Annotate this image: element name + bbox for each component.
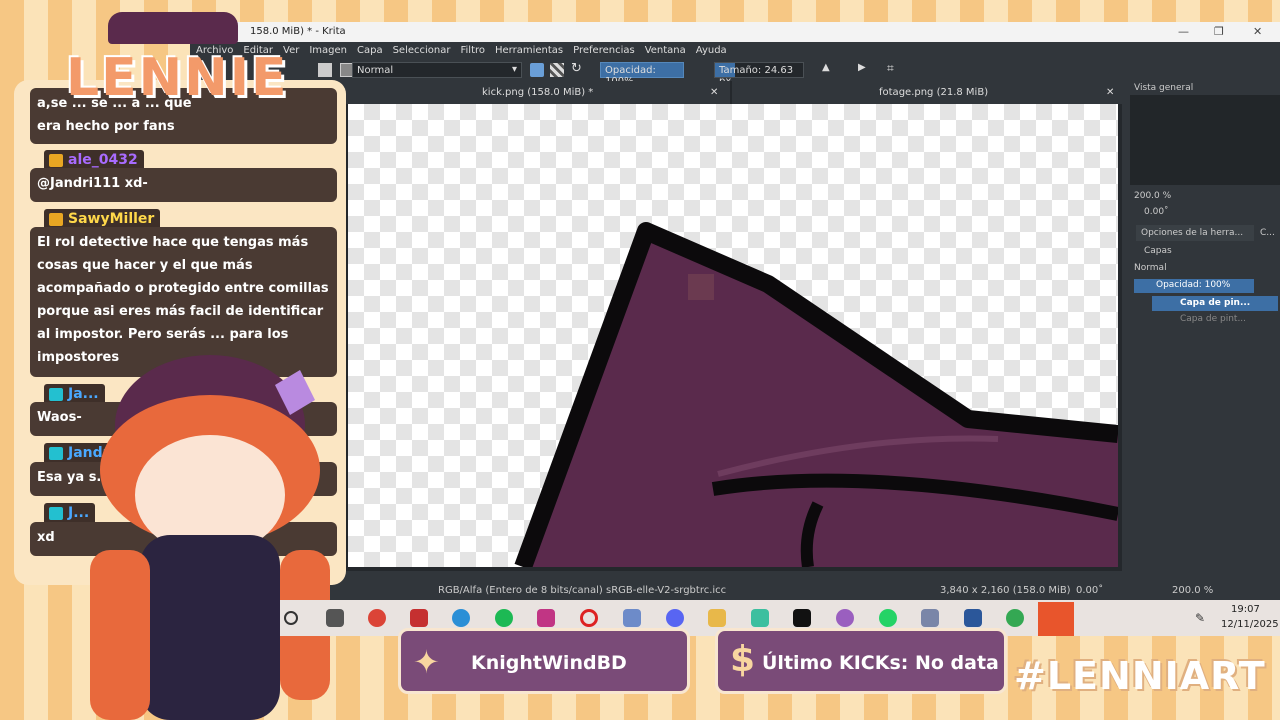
layer-row[interactable]: Capa de pin... (1152, 296, 1278, 311)
overview-title: Vista general (1134, 83, 1194, 93)
reload-icon[interactable]: ↻ (571, 61, 582, 76)
color-space: RGB/Alfa (Entero de 8 bits/canal) sRGB-e… (438, 585, 727, 596)
layer-name: Capa de pin... (1180, 298, 1251, 308)
menu-ventana[interactable]: Ventana (645, 45, 686, 56)
menu-ayuda[interactable]: Ayuda (696, 45, 727, 56)
crown-icon (49, 213, 63, 226)
chrome-dev-icon[interactable] (1006, 609, 1024, 627)
close-icon[interactable]: ✕ (1253, 25, 1262, 38)
layer-row[interactable]: Capa de pint... (1152, 312, 1278, 327)
tab-tool-options[interactable]: Opciones de la herra... (1136, 225, 1254, 241)
layer-opacity-value: Opacidad: 100% (1156, 280, 1231, 290)
minimize-icon[interactable]: — (1178, 25, 1189, 38)
capcut2-icon[interactable] (1038, 602, 1074, 636)
opera-icon[interactable] (580, 609, 598, 627)
brush-preset-icon[interactable] (318, 63, 332, 77)
chrome-icon[interactable] (368, 609, 386, 627)
menu-bar: Archivo Editar Ver Imagen Capa Seleccion… (190, 42, 1280, 59)
chat-message: @Jandri111 xd- (30, 168, 337, 202)
canvas-rotation: 0.00˚ (1076, 585, 1104, 596)
maximize-icon[interactable]: ❐ (1214, 25, 1224, 38)
drawing-canvas[interactable] (348, 104, 1118, 567)
menu-seleccionar[interactable]: Seleccionar (393, 45, 451, 56)
spotify-icon[interactable] (495, 609, 513, 627)
menu-filtro[interactable]: Filtro (460, 45, 485, 56)
tool-options-label: Opciones de la herra... (1141, 228, 1244, 238)
canvas-zoom: 200.0 % (1172, 585, 1214, 596)
tab-fotage-label: fotage.png (21.8 MiB) (879, 87, 989, 98)
wrap-icon[interactable]: ▶ (858, 62, 866, 73)
docker-panel: Vista general 200.0 % 0.00˚ Opciones de … (1130, 81, 1280, 580)
layers-title: Capas (1144, 246, 1172, 256)
kicks-text: Último KICKs: No data (762, 652, 999, 674)
kicks-banner: $ Último KICKs: No data (715, 628, 1007, 694)
mirror-icon[interactable]: ▲ (822, 62, 830, 73)
instagram-icon[interactable] (537, 609, 555, 627)
close-icon[interactable]: ✕ (1106, 87, 1114, 98)
clock-date[interactable]: 12/11/2025 (1221, 619, 1279, 630)
layer-opacity-slider[interactable]: Opacidad: 100% (1134, 279, 1254, 293)
circle-icon[interactable] (284, 611, 298, 625)
follower-name: KnightWindBD (471, 652, 627, 674)
app2-icon[interactable] (751, 609, 769, 627)
app-icon[interactable] (623, 609, 641, 627)
size-slider[interactable]: Tamaño: 24.63 px (714, 62, 804, 87)
overview-angle: 0.00˚ (1144, 207, 1169, 217)
logo-hat (108, 12, 238, 44)
blend-mode-value: Normal (357, 65, 394, 76)
overview-preview[interactable] (1130, 95, 1280, 185)
overview-zoom: 200.0 % (1134, 191, 1172, 201)
menu-imagen[interactable]: Imagen (309, 45, 347, 56)
window-title: 158.0 MiB) * - Krita (250, 26, 346, 37)
discord-icon[interactable] (666, 609, 684, 627)
lennie-logo: LENNIE (66, 48, 289, 108)
avatar-body (140, 535, 280, 720)
sparkle-icon: ✦ (413, 643, 440, 681)
blend-mode-select[interactable]: Normal ▾ (352, 62, 522, 78)
layer-blend-select[interactable]: Normal (1134, 262, 1254, 276)
clock-time[interactable]: 19:07 (1231, 604, 1260, 615)
edge-icon[interactable] (452, 609, 470, 627)
tab-kick-label: kick.png (158.0 MiB) * (482, 87, 594, 98)
toolbar: Normal ▾ ↻ Opacidad: 100% Tamaño: 24.63 … (190, 59, 1280, 87)
pen-icon[interactable]: ✎ (1195, 611, 1205, 625)
image-dimensions: 3,840 x 2,160 (158.0 MiB) (940, 585, 1071, 596)
dollar-icon: $ (730, 639, 756, 680)
hashtag: #LENNIART (1014, 654, 1266, 698)
avatar-icon[interactable] (921, 609, 939, 627)
vtuber-avatar (90, 355, 330, 720)
chat-message-text: @Jandri111 xd- (37, 176, 148, 191)
tab-kick[interactable]: kick.png (158.0 MiB) * ✕ (340, 81, 730, 104)
vivaldi-icon[interactable] (410, 609, 428, 627)
capcut-icon[interactable] (793, 609, 811, 627)
menu-capa[interactable]: Capa (357, 45, 383, 56)
task-view-icon[interactable] (326, 609, 344, 627)
crown-icon (49, 154, 63, 167)
follower-banner: ✦ KnightWindBD (398, 628, 690, 694)
layer-blend-value: Normal (1134, 263, 1167, 273)
word-icon[interactable] (964, 609, 982, 627)
chevron-down-icon: ▾ (511, 64, 517, 75)
avatar-hair-left (90, 550, 150, 720)
document-area: kick.png (158.0 MiB) * ✕ fotage.png (21.… (340, 81, 1122, 571)
artwork (514, 222, 1118, 567)
close-icon[interactable]: ✕ (710, 87, 718, 98)
krita-icon[interactable] (836, 609, 854, 627)
title-bar: 158.0 MiB) * - Krita — ❐ ✕ (190, 22, 1280, 42)
chat-message-text: xd (37, 530, 55, 545)
folder-icon[interactable] (708, 609, 726, 627)
artwork-mark (688, 274, 714, 300)
eraser-icon[interactable] (530, 63, 544, 77)
whatsapp-icon[interactable] (879, 609, 897, 627)
crop-icon[interactable]: ⌗ (887, 61, 894, 76)
menu-herramientas[interactable]: Herramientas (495, 45, 563, 56)
artwork-shape (523, 231, 1118, 567)
alpha-lock-icon[interactable] (550, 63, 564, 77)
menu-preferencias[interactable]: Preferencias (573, 45, 635, 56)
tab-fotage[interactable]: fotage.png (21.8 MiB) ✕ (732, 81, 1122, 104)
layer-name: Capa de pint... (1180, 314, 1247, 324)
tab-other[interactable]: C... (1260, 228, 1275, 238)
chat-message-text: era hecho por fans (37, 119, 175, 134)
opacity-slider[interactable]: Opacidad: 100% (600, 62, 684, 87)
